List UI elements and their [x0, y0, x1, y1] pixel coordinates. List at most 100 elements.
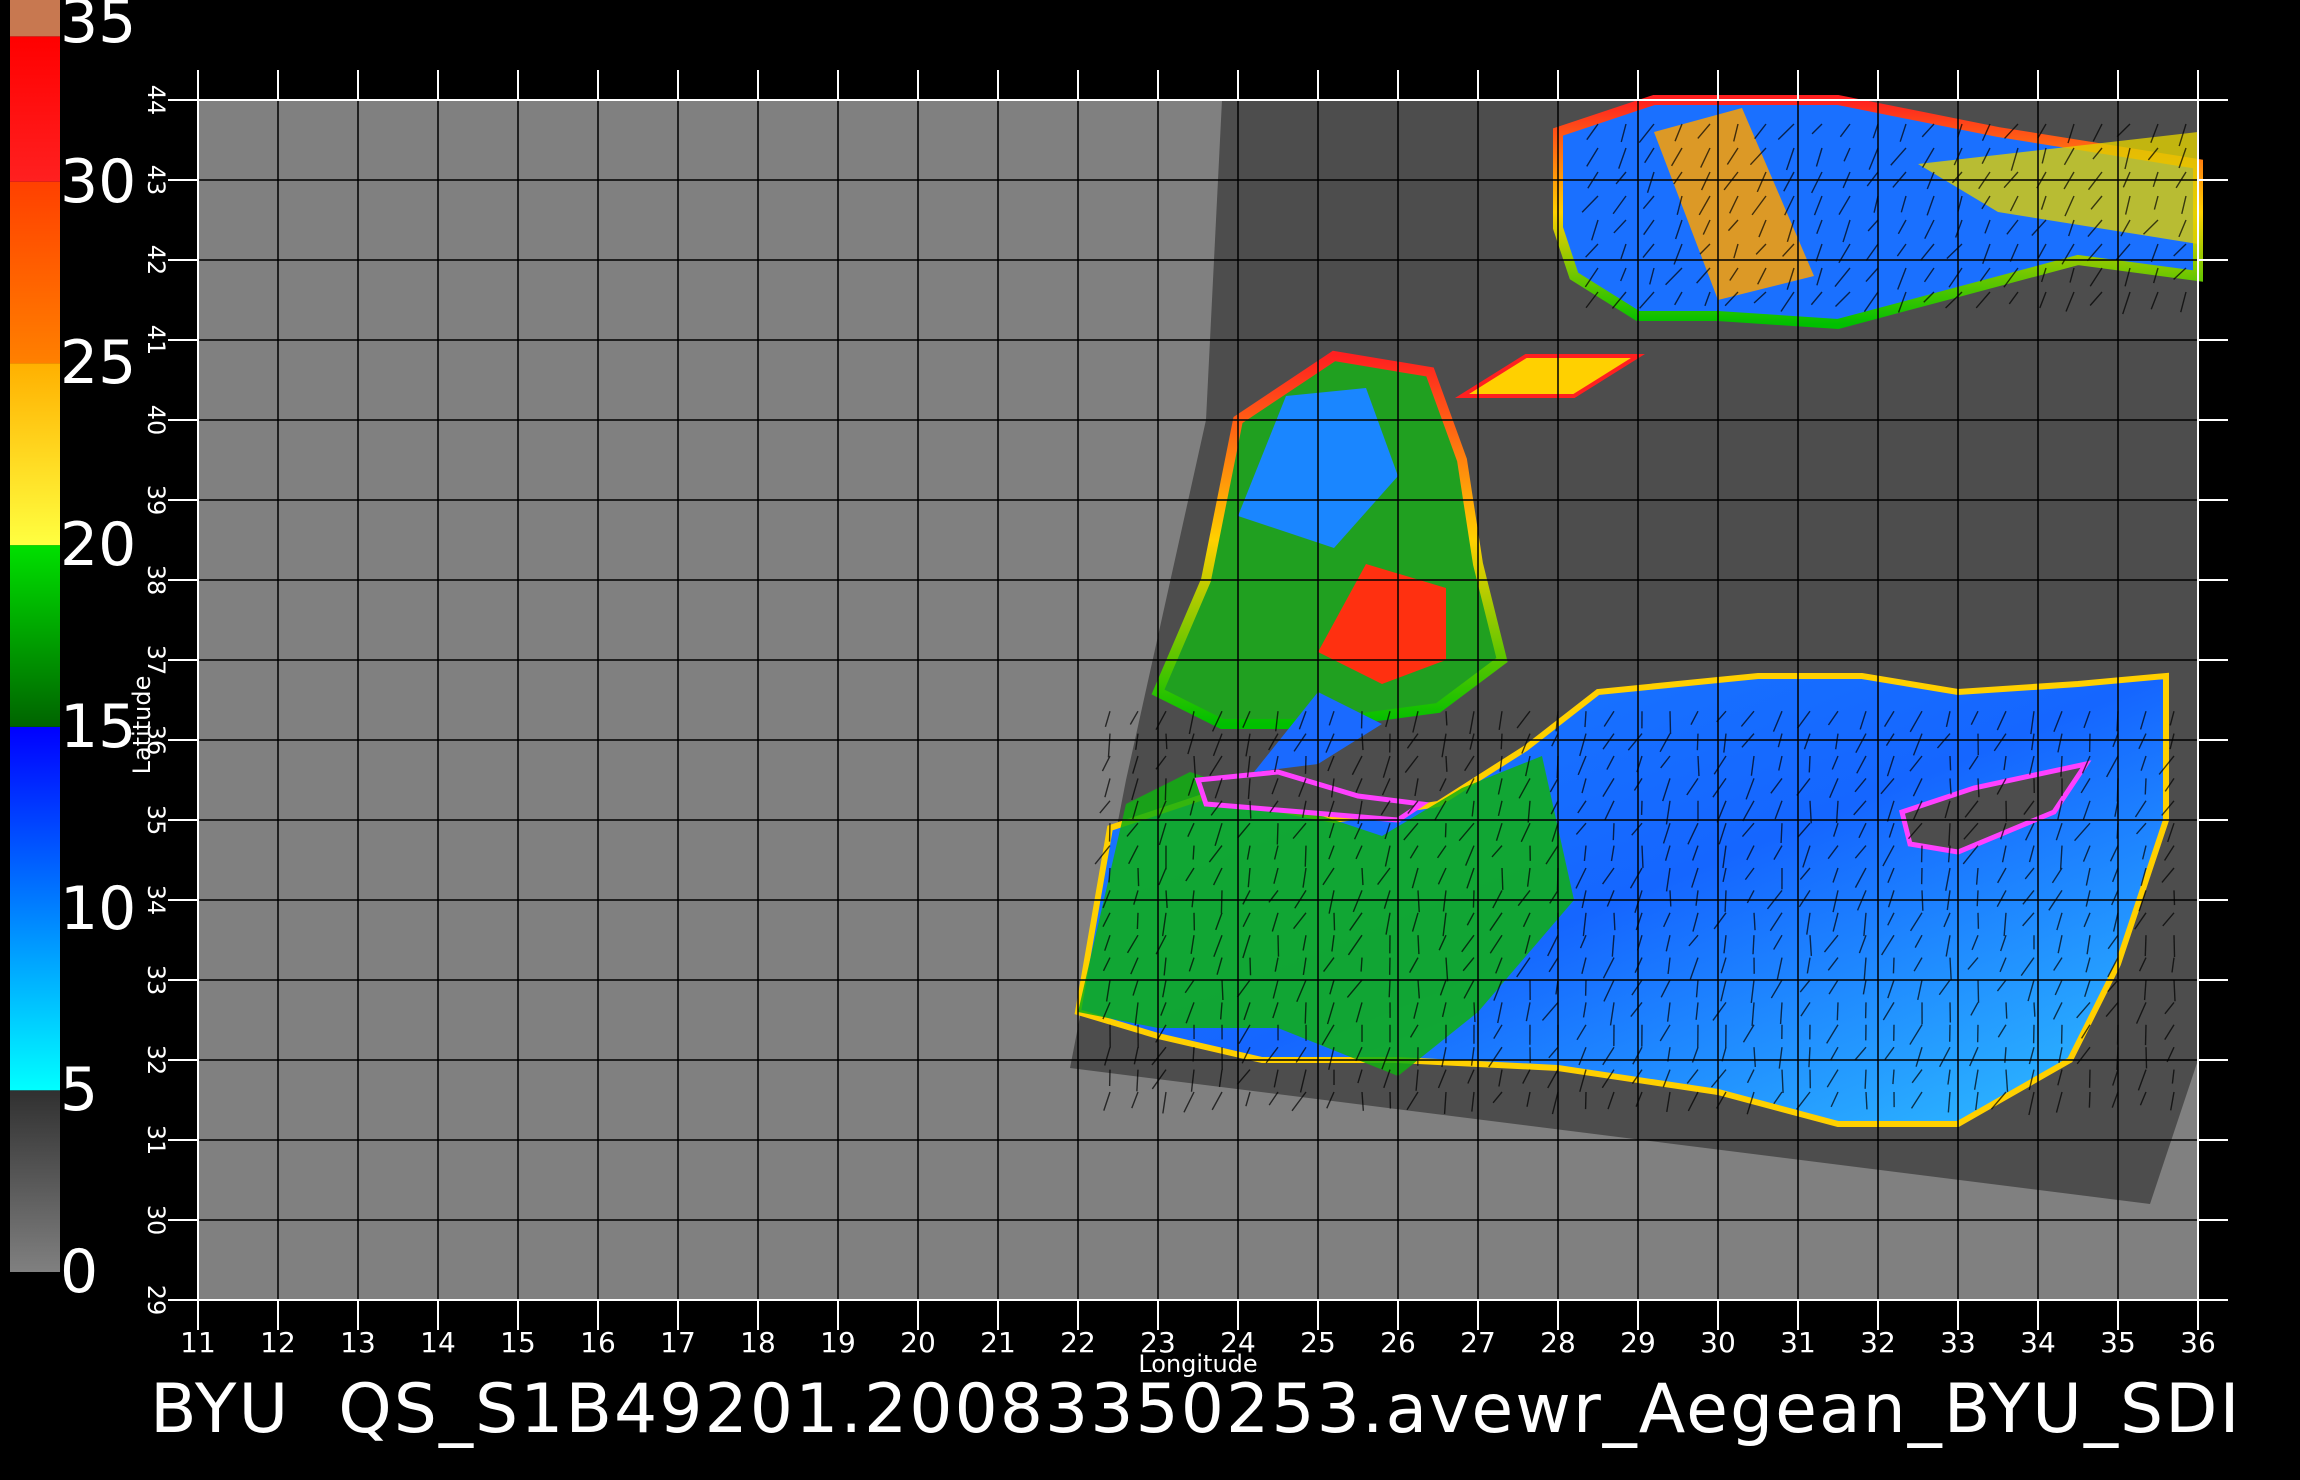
- wind-vector: [2033, 1002, 2036, 1017]
- wind-vector: [1333, 912, 1336, 931]
- x-tick-label: 27: [1460, 1326, 1496, 1359]
- x-tick-label: 11: [180, 1326, 216, 1359]
- wind-vector: [1445, 755, 1448, 772]
- x-tick-label: 26: [1380, 1326, 1416, 1359]
- y-tick-label: 38: [142, 565, 170, 596]
- y-tick-label: 43: [142, 165, 170, 196]
- wind-vector: [1641, 845, 1644, 868]
- wind-vector: [1724, 890, 1727, 912]
- wind-vector: [1304, 845, 1307, 867]
- colorbar-segment: [10, 1090, 60, 1272]
- y-tick-label: 34: [142, 885, 170, 916]
- x-tick-label: 21: [980, 1326, 1016, 1359]
- x-tick-label: 18: [740, 1326, 776, 1359]
- colorbar-segment: [10, 36, 60, 182]
- wind-vector: [1164, 778, 1167, 801]
- wind-vector: [1249, 957, 1252, 976]
- colorbar-segment: [10, 363, 60, 546]
- x-tick-label: 29: [1620, 1326, 1656, 1359]
- colorbar-label: 10: [60, 873, 137, 944]
- colorbar-label: 30: [60, 146, 137, 217]
- wind-vector: [1977, 778, 1980, 798]
- y-tick-label: 33: [142, 965, 170, 996]
- x-tick-label: 35: [2100, 1326, 2136, 1359]
- wind-vector: [2144, 778, 2147, 795]
- wind-vector: [1696, 733, 1699, 751]
- y-tick-label: 32: [142, 1045, 170, 1076]
- wind-vector: [1137, 867, 1140, 887]
- x-tick-label: 33: [1940, 1326, 1976, 1359]
- colorbar-label: 25: [60, 328, 137, 399]
- wind-vector: [1192, 845, 1195, 860]
- wind-vector: [1752, 935, 1755, 955]
- x-tick-label: 22: [1060, 1326, 1096, 1359]
- x-tick-label: 14: [420, 1326, 456, 1359]
- wind-vector: [1500, 733, 1503, 750]
- wind-vector: [1360, 957, 1363, 972]
- x-tick-label: 34: [2020, 1326, 2056, 1359]
- wind-vector: [1697, 755, 1700, 777]
- x-tick-label: 31: [1780, 1326, 1816, 1359]
- wind-vector: [1304, 755, 1307, 774]
- x-tick-label: 32: [1860, 1326, 1896, 1359]
- x-tick-label: 13: [340, 1326, 376, 1359]
- x-tick-label: 12: [260, 1326, 296, 1359]
- x-tick-label: 20: [900, 1326, 936, 1359]
- wind-vector: [1417, 935, 1420, 955]
- map-plot-area: 11 12 13 14 15 16 17 18 19 20 21 22 23 24 25 26 27 28 29 30…: [142, 70, 2228, 1359]
- wind-vector: [1808, 755, 1811, 773]
- x-tick-label: 15: [500, 1326, 536, 1359]
- x-tick-label: 17: [660, 1326, 696, 1359]
- x-tick-label: 25: [1300, 1326, 1336, 1359]
- wind-vector: [1780, 823, 1783, 844]
- wind-vector: [1669, 890, 1672, 907]
- y-tick-label: 29: [142, 1285, 170, 1316]
- wind-vector: [1864, 1069, 1867, 1089]
- wind-vector: [1836, 1002, 1839, 1021]
- wind-vector: [1444, 823, 1447, 838]
- x-tick-label: 19: [820, 1326, 856, 1359]
- wind-vector: [1977, 979, 1980, 1003]
- wind-vector: [1165, 733, 1168, 750]
- x-tick-label: 36: [2180, 1326, 2216, 1359]
- y-tick-label: 35: [142, 805, 170, 836]
- colorbar-label: 5: [60, 1055, 99, 1126]
- wind-vector: [2088, 1091, 2091, 1108]
- wind-map-figure: 11 12 13 14 15 16 17 18 19 20 21 22 23 24 25 26 27 28 29 30…: [10, 0, 2228, 1378]
- wind-vector: [2005, 1002, 2008, 1019]
- wind-vector: [1136, 912, 1139, 930]
- wind-vector: [1388, 979, 1391, 998]
- wind-vector: [1276, 823, 1279, 845]
- y-tick-label: 31: [142, 1125, 170, 1156]
- wind-vector: [1865, 1091, 1868, 1110]
- wind-vector: [1501, 867, 1504, 890]
- product-caption: BYU QS_S1B49201.20083350253.avewr_Aegean_…: [150, 1370, 2290, 1449]
- y-tick-label: 42: [142, 245, 170, 276]
- y-tick-label: 44: [142, 85, 170, 116]
- wind-vector: [2145, 1047, 2148, 1069]
- wind-vector: [1613, 912, 1616, 931]
- x-tick-label: 30: [1700, 1326, 1736, 1359]
- y-tick-label: 37: [142, 645, 170, 676]
- wind-vector: [1445, 711, 1448, 726]
- colorbar-label: 35: [60, 0, 137, 57]
- wind-vector: [1892, 957, 1895, 974]
- colorbar-segment: [10, 0, 60, 37]
- wind-vector: [1221, 979, 1224, 1001]
- x-tick-label: 16: [580, 1326, 616, 1359]
- x-tick-label: 28: [1540, 1326, 1576, 1359]
- wind-vector: [1361, 867, 1364, 886]
- wind-vector: [1304, 1002, 1307, 1024]
- colorbar-segment: [10, 726, 60, 1091]
- colorbar-label: 15: [60, 691, 137, 762]
- colorbar: [10, 0, 60, 1272]
- wind-vector: [1472, 890, 1475, 908]
- y-tick-label: 39: [142, 485, 170, 516]
- wind-vector: [1612, 823, 1615, 841]
- y-tick-label: 30: [142, 1205, 170, 1236]
- wind-vector: [1361, 733, 1364, 751]
- colorbar-label: 0: [60, 1237, 99, 1307]
- wind-vector: [1669, 711, 1672, 735]
- wind-vector: [1949, 755, 1952, 771]
- wind-vector: [1249, 800, 1252, 819]
